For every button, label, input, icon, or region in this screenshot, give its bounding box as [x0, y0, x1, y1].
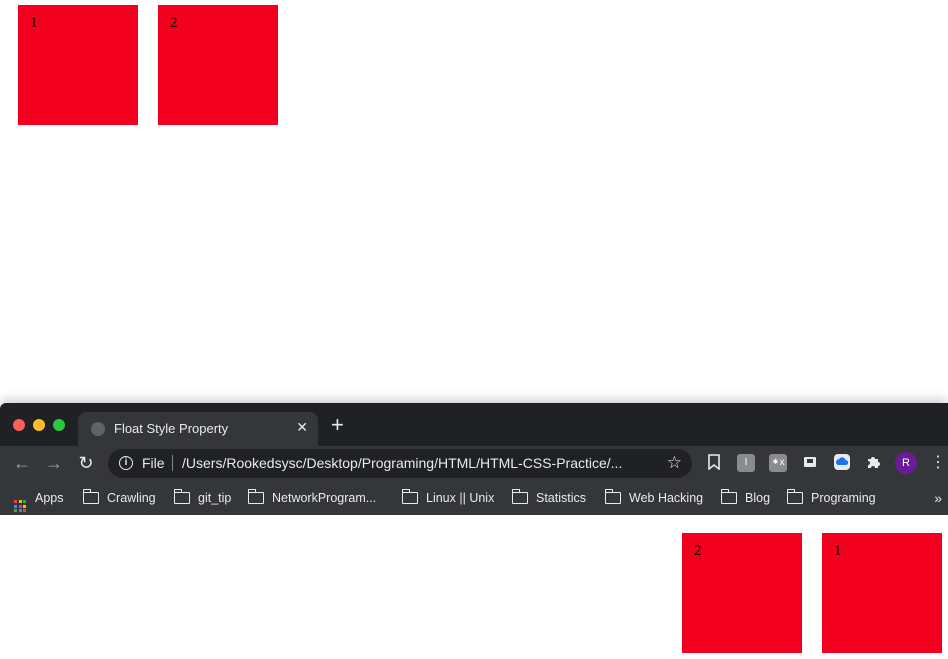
bookmark-label: Statistics: [536, 491, 587, 505]
bookmark-folder-linux-unix[interactable]: Linux || Unix: [401, 481, 495, 515]
tab-title: Float Style Property: [114, 421, 229, 436]
reload-icon[interactable]: ↻: [75, 452, 97, 474]
url-text[interactable]: /Users/Rookedsysc/Desktop/Programing/HTM…: [182, 455, 622, 471]
window-close-button[interactable]: [13, 419, 25, 431]
bookmark-folder-git-tip[interactable]: git_tip: [173, 481, 232, 515]
float-box-2: 2: [682, 533, 802, 653]
plus-icon[interactable]: +: [331, 414, 344, 436]
folder-icon: [82, 489, 99, 504]
extension-i-icon[interactable]: I: [737, 454, 755, 472]
bookmark-label: Blog: [745, 491, 771, 505]
url-scheme-label: File: [142, 455, 165, 471]
bookmark-folder-crawling[interactable]: Crawling: [82, 481, 156, 515]
extension-card-icon[interactable]: [801, 454, 819, 472]
globe-icon: [91, 422, 105, 436]
puzzle-icon[interactable]: [865, 454, 883, 472]
folder-icon: [720, 489, 737, 504]
profile-avatar[interactable]: R: [895, 452, 917, 474]
toolbar: ← → ↻ i File /Users/Rookedsysc/Desktop/P…: [0, 446, 948, 481]
star-icon[interactable]: ☆: [667, 453, 682, 473]
bookmark-folder-statistics[interactable]: Statistics: [511, 481, 587, 515]
bookmark-label: NetworkProgram...: [272, 491, 377, 505]
folder-icon: [247, 489, 264, 504]
float-box-1: 1: [822, 533, 942, 653]
bookmarks-overflow-button[interactable]: »: [934, 481, 942, 515]
bookmark-label: Apps: [35, 491, 64, 505]
more-menu-icon[interactable]: ⋮: [929, 454, 947, 472]
window-zoom-button[interactable]: [53, 419, 65, 431]
folder-icon: [786, 489, 803, 504]
bookmark-apps[interactable]: Apps: [14, 481, 64, 515]
window-minimize-button[interactable]: [33, 419, 45, 431]
page-viewport: 2 1: [0, 515, 948, 659]
bookmark-label: Crawling: [107, 491, 156, 505]
arrow-left-icon[interactable]: ←: [11, 452, 33, 474]
bookmark-folder-networkprogram[interactable]: NetworkProgram...: [247, 481, 377, 515]
page-content-top: 1 2: [0, 0, 948, 403]
omnibox-divider: [172, 455, 173, 471]
close-icon[interactable]: ✕: [296, 419, 308, 436]
bookmarks-bar: Apps Crawling git_tip NetworkProgram... …: [0, 481, 948, 515]
bookmark-folder-web-hacking[interactable]: Web Hacking: [604, 481, 704, 515]
browser-window: Float Style Property ✕ + ← → ↻ i File /U…: [0, 403, 948, 659]
float-box-2: 2: [158, 5, 278, 125]
folder-icon: [511, 489, 528, 504]
bookmark-label: git_tip: [198, 491, 232, 505]
bookmark-label: Web Hacking: [629, 491, 704, 505]
tab-strip: Float Style Property ✕ +: [0, 403, 948, 446]
apps-grid-icon: [14, 500, 26, 512]
address-bar[interactable]: i File /Users/Rookedsysc/Desktop/Program…: [108, 449, 692, 478]
bookmark-folder-blog[interactable]: Blog: [720, 481, 771, 515]
bookmark-folder-programing[interactable]: Programing: [786, 481, 876, 515]
bookmark-label: Linux || Unix: [426, 491, 495, 505]
bookmark-ribbon-icon[interactable]: [705, 454, 723, 472]
bookmark-label: Programing: [811, 491, 876, 505]
folder-icon: [173, 489, 190, 504]
extension-regex-icon[interactable]: ⁕x: [769, 454, 787, 472]
tab-float-style-property[interactable]: Float Style Property ✕: [78, 412, 318, 446]
folder-icon: [401, 489, 418, 504]
info-icon[interactable]: i: [119, 456, 133, 470]
float-box-1: 1: [18, 5, 138, 125]
folder-icon: [604, 489, 621, 504]
extension-cloud-icon[interactable]: [833, 454, 851, 472]
arrow-right-icon[interactable]: →: [43, 452, 65, 474]
